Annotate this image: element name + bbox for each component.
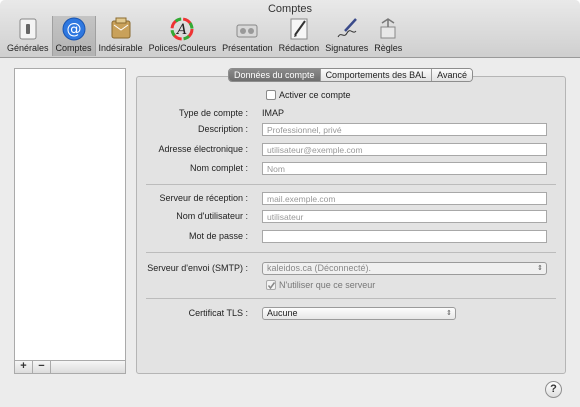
smtp-server-select[interactable]: kaleidos.ca (Déconnecté). ⇕ (262, 262, 547, 275)
add-account-button[interactable]: + (15, 361, 33, 373)
tls-row: Certificat TLS : Aucune ⇕ (136, 307, 566, 321)
enable-account-checkbox[interactable] (266, 90, 276, 100)
smtp-label: Serveur d'envoi (SMTP) : (147, 263, 248, 273)
divider (146, 298, 556, 299)
chevron-updown-icon: ⇕ (446, 310, 452, 317)
email-field[interactable]: utilisateur@exemple.com (262, 143, 547, 156)
rules-icon (376, 17, 400, 41)
account-type-value: IMAP (262, 108, 285, 118)
toolbar-item-label: Indésirable (98, 43, 143, 53)
tls-label: Certificat TLS : (188, 308, 248, 318)
accounts-list[interactable] (14, 68, 126, 370)
incoming-server-label: Serveur de réception : (159, 193, 248, 203)
fonts-colors-icon: A (170, 17, 194, 41)
toolbar-item-label: Générales (7, 43, 49, 53)
description-field[interactable]: Professionnel, privé (262, 123, 547, 136)
password-row: Mot de passe : (136, 230, 566, 244)
tab-account-info[interactable]: Données du compte (229, 69, 321, 81)
username-field[interactable]: utilisateur (262, 210, 547, 223)
smtp-server-value: kaleidos.ca (Déconnecté). (267, 263, 372, 273)
tls-certificate-select[interactable]: Aucune ⇕ (262, 307, 456, 320)
chevron-updown-icon: ⇕ (537, 265, 543, 272)
only-this-server-checkbox[interactable] (266, 280, 276, 290)
preferences-window: Comptes Générales @ Comptes Indésirable (0, 0, 580, 407)
toolbar-item-generales[interactable]: Générales (4, 16, 52, 56)
tab-advanced[interactable]: Avancé (432, 69, 472, 81)
enable-account-label: Activer ce compte (279, 90, 351, 100)
description-label: Description : (197, 124, 248, 134)
signature-pen-icon (335, 17, 359, 41)
divider (146, 252, 556, 253)
tls-certificate-value: Aucune (267, 308, 298, 318)
email-label: Adresse électronique : (158, 144, 248, 154)
accounts-list-toolbar: + − (14, 360, 126, 374)
full-name-label: Nom complet : (189, 163, 248, 173)
switch-icon (16, 17, 40, 41)
smtp-row: Serveur d'envoi (SMTP) : kaleidos.ca (Dé… (136, 262, 566, 276)
tab-bar: Données du compte Comportements des BAL … (228, 68, 473, 82)
at-icon: @ (62, 17, 86, 41)
incoming-server-field[interactable]: mail.exemple.com (262, 192, 547, 205)
title-bar: Comptes Générales @ Comptes Indésirable (0, 0, 580, 58)
viewing-icon (235, 17, 259, 41)
toolbar-item-indesirable[interactable]: Indésirable (96, 16, 146, 56)
toolbar-item-label: Signatures (325, 43, 369, 53)
toolbar-item-label: Comptes (55, 43, 92, 53)
only-this-server-label: N'utiliser que ce serveur (279, 280, 376, 290)
username-row: Nom d'utilisateur : utilisateur (136, 210, 566, 224)
preferences-toolbar: Générales @ Comptes Indésirable A Police… (4, 16, 405, 56)
toolbar-item-comptes[interactable]: @ Comptes (51, 16, 96, 56)
password-label: Mot de passe : (188, 231, 248, 241)
toolbar-item-polices-couleurs[interactable]: A Polices/Couleurs (146, 16, 220, 56)
window-title: Comptes (267, 3, 313, 15)
divider (146, 184, 556, 185)
toolbar-item-signatures[interactable]: Signatures (322, 16, 371, 56)
tab-mailbox-behaviors[interactable]: Comportements des BAL (320, 69, 433, 81)
composing-icon (287, 17, 311, 41)
svg-text:@: @ (66, 20, 81, 38)
full-name-row: Nom complet : Nom (136, 162, 566, 176)
incoming-server-row: Serveur de réception : mail.exemple.com (136, 192, 566, 206)
toolbar-item-label: Polices/Couleurs (148, 43, 217, 53)
full-name-field[interactable]: Nom (262, 162, 547, 175)
toolbar-item-label: Règles (374, 43, 403, 53)
toolbar-item-presentation[interactable]: Présentation (219, 16, 276, 56)
junk-mail-icon (109, 17, 133, 41)
toolbar-item-regles[interactable]: Règles (371, 16, 405, 56)
remove-account-button[interactable]: − (33, 361, 51, 373)
email-row: Adresse électronique : utilisateur@exemp… (136, 143, 566, 157)
toolbar-item-redaction[interactable]: Rédaction (276, 16, 323, 56)
svg-text:A: A (175, 22, 187, 38)
username-label: Nom d'utilisateur : (176, 211, 248, 221)
help-button[interactable]: ? (545, 381, 562, 398)
account-type-label: Type de compte : (178, 108, 248, 118)
checkmark-icon (267, 282, 276, 290)
toolbar-item-label: Rédaction (278, 43, 320, 53)
account-type-row: Type de compte : IMAP (136, 107, 566, 121)
description-row: Description : Professionnel, privé (136, 123, 566, 137)
toolbar-item-label: Présentation (222, 43, 273, 53)
password-field[interactable] (262, 230, 547, 243)
